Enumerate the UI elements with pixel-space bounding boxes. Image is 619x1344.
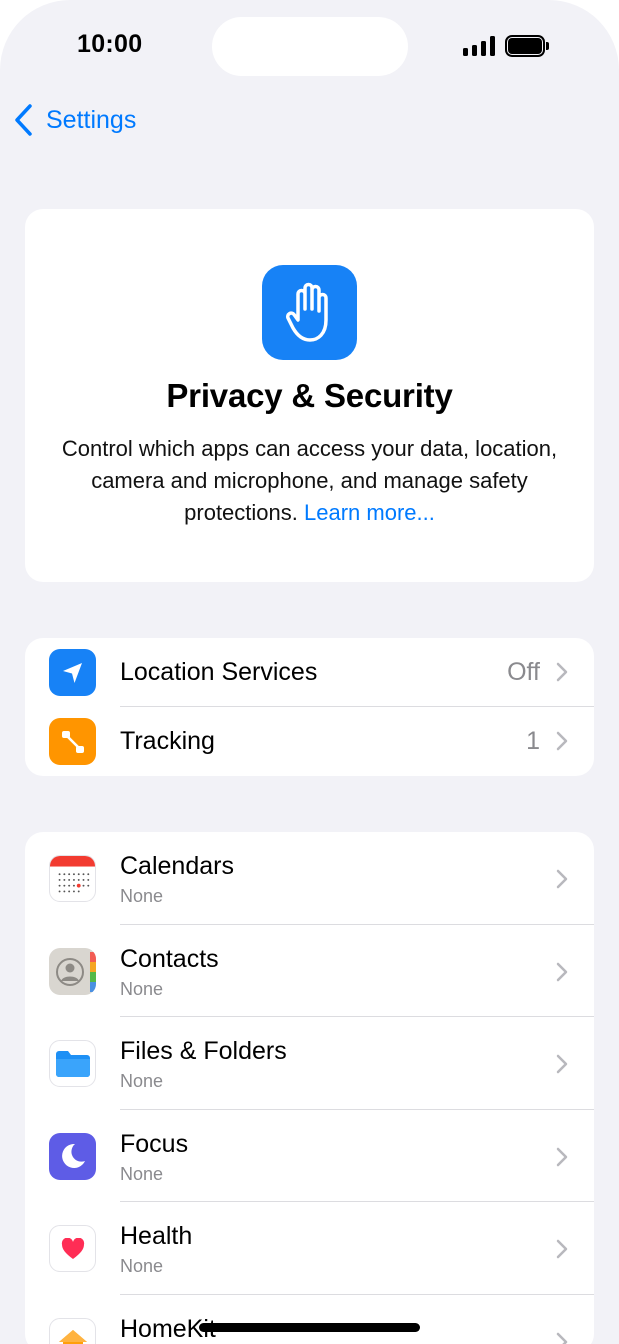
hand-raised-icon — [262, 265, 357, 360]
chevron-right-icon — [556, 731, 568, 751]
contacts-row[interactable]: Contacts None — [25, 925, 594, 1018]
phone-screen: 10:00 Settings Privacy & Security Contro… — [0, 0, 619, 1344]
row-sublabel: None — [120, 1163, 164, 1184]
homekit-row[interactable]: HomeKit — [25, 1295, 594, 1344]
contacts-icon — [49, 947, 96, 995]
location-tracking-group: Location Services Off Tracking 1 — [25, 638, 594, 776]
status-time: 10:00 — [77, 30, 143, 58]
row-sublabel: None — [120, 978, 164, 999]
calendar-icon — [49, 855, 96, 902]
row-value: Off — [507, 658, 540, 686]
row-label: Location Services — [120, 658, 318, 686]
health-row[interactable]: Health None — [25, 1202, 594, 1295]
chevron-right-icon — [556, 962, 568, 981]
back-button[interactable]: Settings — [12, 102, 136, 138]
row-label: Contacts — [120, 944, 219, 973]
tracking-row[interactable]: Tracking 1 — [25, 707, 594, 776]
row-label: Focus — [120, 1129, 189, 1158]
learn-more-link[interactable]: Learn more... — [304, 500, 435, 525]
dynamic-island — [212, 17, 408, 76]
chevron-right-icon — [556, 1054, 568, 1074]
back-label: Settings — [46, 105, 137, 134]
privacy-header-card: Privacy & Security Control which apps ca… — [25, 209, 594, 582]
moon-icon — [49, 1132, 96, 1180]
row-sublabel: None — [120, 886, 164, 906]
app-permissions-group: Calendars None Contacts None Files & Fol… — [25, 832, 594, 1344]
location-arrow-icon — [49, 649, 96, 696]
row-label: Calendars — [120, 852, 234, 880]
home-indicator — [199, 1323, 420, 1332]
chevron-right-icon — [556, 1147, 568, 1167]
chevron-right-icon — [556, 662, 568, 682]
row-label: Files & Folders — [120, 1037, 287, 1066]
location-services-row[interactable]: Location Services Off — [25, 638, 594, 707]
battery-icon — [505, 35, 549, 57]
row-label: Health — [120, 1222, 193, 1251]
cellular-signal-icon — [463, 36, 495, 56]
folder-icon — [49, 1040, 96, 1088]
row-label: Tracking — [120, 727, 215, 755]
heart-icon — [49, 1225, 96, 1273]
page-description: Control which apps can access your data,… — [55, 433, 564, 529]
home-icon — [49, 1317, 96, 1344]
row-sublabel: None — [120, 1256, 164, 1277]
chevron-right-icon — [556, 1332, 568, 1344]
files-folders-row[interactable]: Files & Folders None — [25, 1017, 594, 1110]
tracking-icon — [49, 718, 96, 765]
chevron-right-icon — [556, 1240, 568, 1259]
chevron-right-icon — [556, 869, 568, 889]
row-value: 1 — [526, 727, 540, 755]
calendars-row[interactable]: Calendars None — [25, 832, 594, 925]
page-title: Privacy & Security — [166, 377, 453, 414]
chevron-left-icon — [15, 104, 32, 136]
row-sublabel: None — [120, 1071, 164, 1092]
focus-row[interactable]: Focus None — [25, 1110, 594, 1203]
